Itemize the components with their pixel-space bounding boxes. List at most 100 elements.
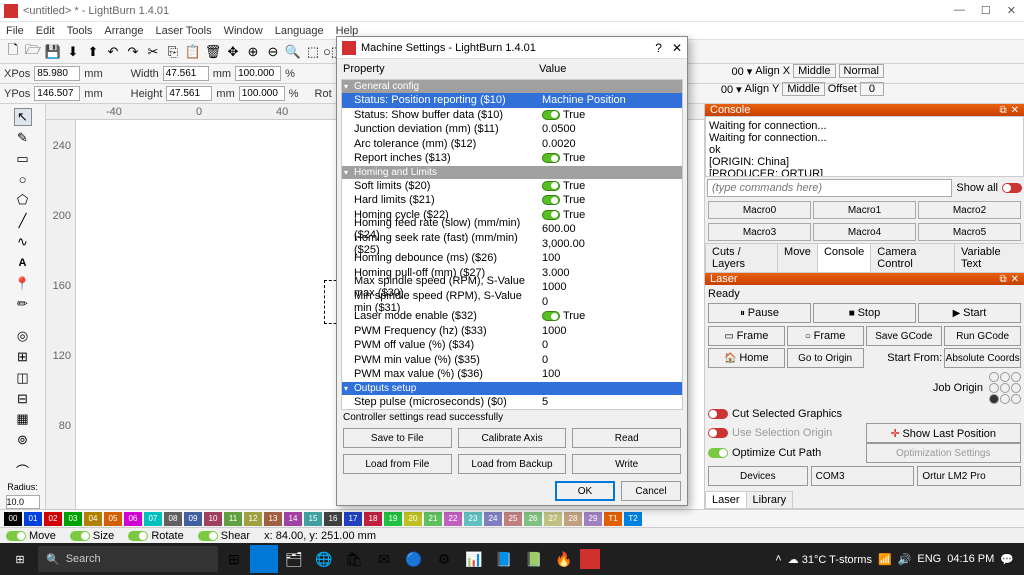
offset-tool-icon[interactable]: ◎ bbox=[14, 327, 32, 345]
colour-swatch-21[interactable]: 21 bbox=[424, 512, 442, 526]
zoom-out-icon[interactable]: ⊖ bbox=[264, 43, 282, 61]
write-button[interactable]: Write bbox=[572, 454, 681, 474]
delete-icon[interactable]: 🗑 bbox=[204, 43, 222, 61]
marker-tool-icon[interactable]: 📍 bbox=[14, 275, 32, 293]
colour-swatch-13[interactable]: 13 bbox=[264, 512, 282, 526]
taskbar-search[interactable]: 🔍 Search bbox=[38, 546, 218, 572]
minimize-button[interactable]: — bbox=[954, 4, 965, 17]
tab-console[interactable]: Console bbox=[817, 243, 871, 272]
colour-swatch-07[interactable]: 07 bbox=[144, 512, 162, 526]
colour-swatch-26[interactable]: 26 bbox=[524, 512, 542, 526]
optimize-toggle[interactable] bbox=[708, 448, 728, 458]
paste-icon[interactable]: 📋 bbox=[184, 43, 202, 61]
weather[interactable]: ☁ 31°C T-storms bbox=[788, 553, 872, 566]
store-icon[interactable]: 🛍 bbox=[340, 545, 368, 573]
clock[interactable]: 04:16 PM bbox=[947, 553, 994, 565]
weld-tool-icon[interactable]: ⊞ bbox=[14, 348, 32, 366]
panel-close-icon[interactable]: ✕ bbox=[1011, 105, 1019, 116]
pause-button[interactable]: ⏸ Pause bbox=[708, 303, 811, 323]
shear-toggle[interactable] bbox=[198, 531, 218, 541]
dialog-close-button[interactable]: ✕ bbox=[672, 41, 682, 55]
width-input[interactable] bbox=[163, 66, 209, 81]
colour-swatch-18[interactable]: 18 bbox=[364, 512, 382, 526]
devices-button[interactable]: Devices bbox=[708, 466, 808, 486]
home-button[interactable]: 🏠 Home bbox=[708, 348, 785, 368]
start-from-select[interactable]: Absolute Coords bbox=[944, 348, 1021, 368]
calibrate-axis-button[interactable]: Calibrate Axis bbox=[458, 428, 567, 448]
menu-window[interactable]: Window bbox=[224, 25, 263, 37]
undo-icon[interactable]: ↶ bbox=[104, 43, 122, 61]
colour-swatch-22[interactable]: 22 bbox=[444, 512, 462, 526]
undock-icon[interactable]: ⧉ bbox=[999, 105, 1006, 116]
align-x-select[interactable]: Middle bbox=[793, 64, 835, 78]
rotate-toggle[interactable] bbox=[128, 531, 148, 541]
tab-library[interactable]: Library bbox=[746, 491, 794, 508]
colour-swatch-06[interactable]: 06 bbox=[124, 512, 142, 526]
section-header[interactable]: Homing and Limits bbox=[342, 166, 682, 179]
macro-button-0[interactable]: Macro0 bbox=[708, 201, 811, 219]
setting-row[interactable]: Laser mode enable ($32)True bbox=[342, 309, 682, 324]
colour-swatch-28[interactable]: 28 bbox=[564, 512, 582, 526]
setting-row[interactable]: Homing debounce (ms) ($26)100 bbox=[342, 251, 682, 266]
colour-swatch-11[interactable]: 11 bbox=[224, 512, 242, 526]
save-to-file-button[interactable]: Save to File bbox=[343, 428, 452, 448]
colour-swatch-23[interactable]: 23 bbox=[464, 512, 482, 526]
tab-variable-text[interactable]: Variable Text bbox=[954, 243, 1024, 272]
com-select[interactable]: COM3 bbox=[811, 466, 915, 486]
cancel-button[interactable]: Cancel bbox=[621, 481, 681, 501]
colour-swatch-03[interactable]: 03 bbox=[64, 512, 82, 526]
edge-icon[interactable]: 🌐 bbox=[310, 545, 338, 573]
macro-button-3[interactable]: Macro3 bbox=[708, 223, 811, 241]
offset-input[interactable]: 0 bbox=[860, 82, 884, 96]
normal-select[interactable]: Normal bbox=[839, 64, 884, 78]
colour-swatch-09[interactable]: 09 bbox=[184, 512, 202, 526]
redo-icon[interactable]: ↷ bbox=[124, 43, 142, 61]
lightburn-icon[interactable]: 🔥 bbox=[550, 545, 578, 573]
section-header[interactable]: General config bbox=[342, 80, 682, 93]
task-view-icon[interactable]: ⊞ bbox=[220, 545, 248, 573]
ellipse-tool-icon[interactable]: ○ bbox=[14, 171, 32, 189]
setting-row[interactable]: Soft limits ($20)True bbox=[342, 179, 682, 194]
colour-swatch-29[interactable]: 29 bbox=[584, 512, 602, 526]
ok-button[interactable]: OK bbox=[555, 481, 615, 501]
menu-edit[interactable]: Edit bbox=[36, 25, 55, 37]
radius-tool-icon[interactable]: ⌒ bbox=[14, 461, 32, 479]
volume-icon[interactable]: 🔊 bbox=[898, 553, 912, 566]
colour-swatch-T2[interactable]: T2 bbox=[624, 512, 642, 526]
close-button[interactable]: ✕ bbox=[1007, 4, 1016, 17]
chrome-icon[interactable]: 🔵 bbox=[400, 545, 428, 573]
select-tool-icon[interactable]: ↖ bbox=[14, 108, 32, 126]
boolean-tool-icon[interactable]: ◫ bbox=[14, 369, 32, 387]
scale-y-input[interactable] bbox=[239, 86, 285, 101]
move-icon[interactable]: ✥ bbox=[224, 43, 242, 61]
size-toggle[interactable] bbox=[70, 531, 90, 541]
colour-swatch-02[interactable]: 02 bbox=[44, 512, 62, 526]
language[interactable]: ENG bbox=[917, 553, 941, 565]
setting-row[interactable]: Arc tolerance (mm) ($12)0.0020 bbox=[342, 137, 682, 152]
menu-tools[interactable]: Tools bbox=[67, 25, 93, 37]
setting-row[interactable]: PWM off value (%) ($34)0 bbox=[342, 338, 682, 353]
app-icon[interactable]: 📊 bbox=[460, 545, 488, 573]
colour-swatch-16[interactable]: 16 bbox=[324, 512, 342, 526]
select-rect-icon[interactable]: ⬚ bbox=[304, 43, 322, 61]
setting-row[interactable]: Step pulse (microseconds) ($0)5 bbox=[342, 395, 682, 410]
xpos-input[interactable] bbox=[34, 66, 80, 81]
save-icon[interactable]: 💾 bbox=[44, 43, 62, 61]
taskbar-app-icon[interactable] bbox=[250, 545, 278, 573]
colour-swatch-27[interactable]: 27 bbox=[544, 512, 562, 526]
device-select[interactable]: Ortur LM2 Pro bbox=[917, 466, 1021, 486]
colour-swatch-24[interactable]: 24 bbox=[484, 512, 502, 526]
circular-array-icon[interactable]: ⊚ bbox=[14, 431, 32, 449]
colour-swatch-10[interactable]: 10 bbox=[204, 512, 222, 526]
console-output[interactable]: Waiting for connection...Waiting for con… bbox=[705, 116, 1024, 177]
colour-swatch-20[interactable]: 20 bbox=[404, 512, 422, 526]
colour-swatch-12[interactable]: 12 bbox=[244, 512, 262, 526]
move-toggle[interactable] bbox=[6, 531, 26, 541]
explorer-icon[interactable]: 🗂 bbox=[280, 545, 308, 573]
setting-row[interactable]: Status: Show buffer data ($10)True bbox=[342, 108, 682, 123]
colour-swatch-08[interactable]: 08 bbox=[164, 512, 182, 526]
tab-move[interactable]: Move bbox=[777, 243, 818, 272]
new-icon[interactable]: 🗋 bbox=[4, 43, 22, 61]
menu-language[interactable]: Language bbox=[275, 25, 324, 37]
show-all-toggle[interactable] bbox=[1002, 183, 1022, 193]
